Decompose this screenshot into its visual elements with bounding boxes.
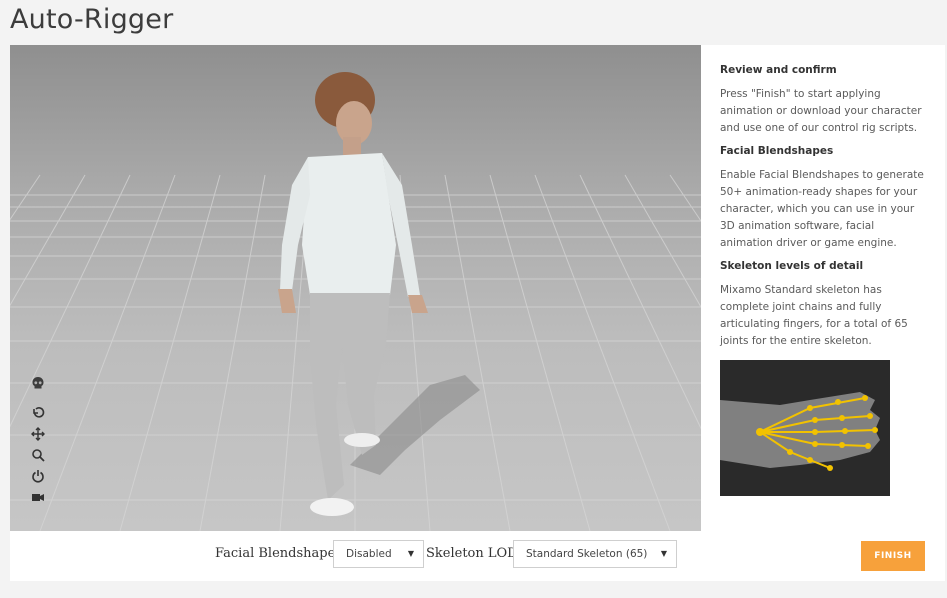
blendshapes-heading: Facial Blendshapes [720, 145, 834, 157]
move-icon[interactable] [30, 426, 46, 442]
chevron-down-icon: ▼ [407, 549, 414, 558]
blendshapes-value: Disabled [346, 548, 392, 560]
lod-label: Skeleton LOD [426, 546, 518, 561]
controls-bar: Facial Blendshapes Disabled ▼ Skeleton L… [10, 531, 945, 581]
info-panel: Review and confirm Press "Finish" to sta… [720, 64, 930, 496]
review-text: Press "Finish" to start applying animati… [720, 88, 922, 134]
finish-button[interactable]: FINISH [861, 541, 925, 571]
power-icon[interactable] [30, 468, 46, 484]
3d-viewport[interactable] [10, 45, 701, 531]
hand-skeleton-image [720, 360, 890, 496]
rotate-icon[interactable] [30, 405, 46, 421]
chevron-down-icon: ▼ [660, 549, 667, 558]
lod-select[interactable]: Standard Skeleton (65) ▼ [513, 540, 677, 568]
page-title: Auto-Rigger [10, 4, 174, 35]
skeleton-heading: Skeleton levels of detail [720, 260, 864, 272]
lod-value: Standard Skeleton (65) [526, 548, 648, 560]
scene-render [10, 72, 701, 531]
skeleton-text: Mixamo Standard skeleton has complete jo… [720, 284, 908, 347]
blendshapes-text: Enable Facial Blendshapes to generate 50… [720, 169, 924, 249]
zoom-icon[interactable] [30, 447, 46, 463]
auto-rigger-card: Review and confirm Press "Finish" to sta… [10, 45, 945, 581]
camera-icon[interactable] [30, 489, 46, 505]
review-heading: Review and confirm [720, 64, 837, 76]
blendshapes-select[interactable]: Disabled ▼ [333, 540, 424, 568]
viewport-toolbar [30, 375, 50, 510]
blendshapes-label: Facial Blendshapes [215, 546, 342, 561]
skull-icon[interactable] [30, 375, 46, 391]
